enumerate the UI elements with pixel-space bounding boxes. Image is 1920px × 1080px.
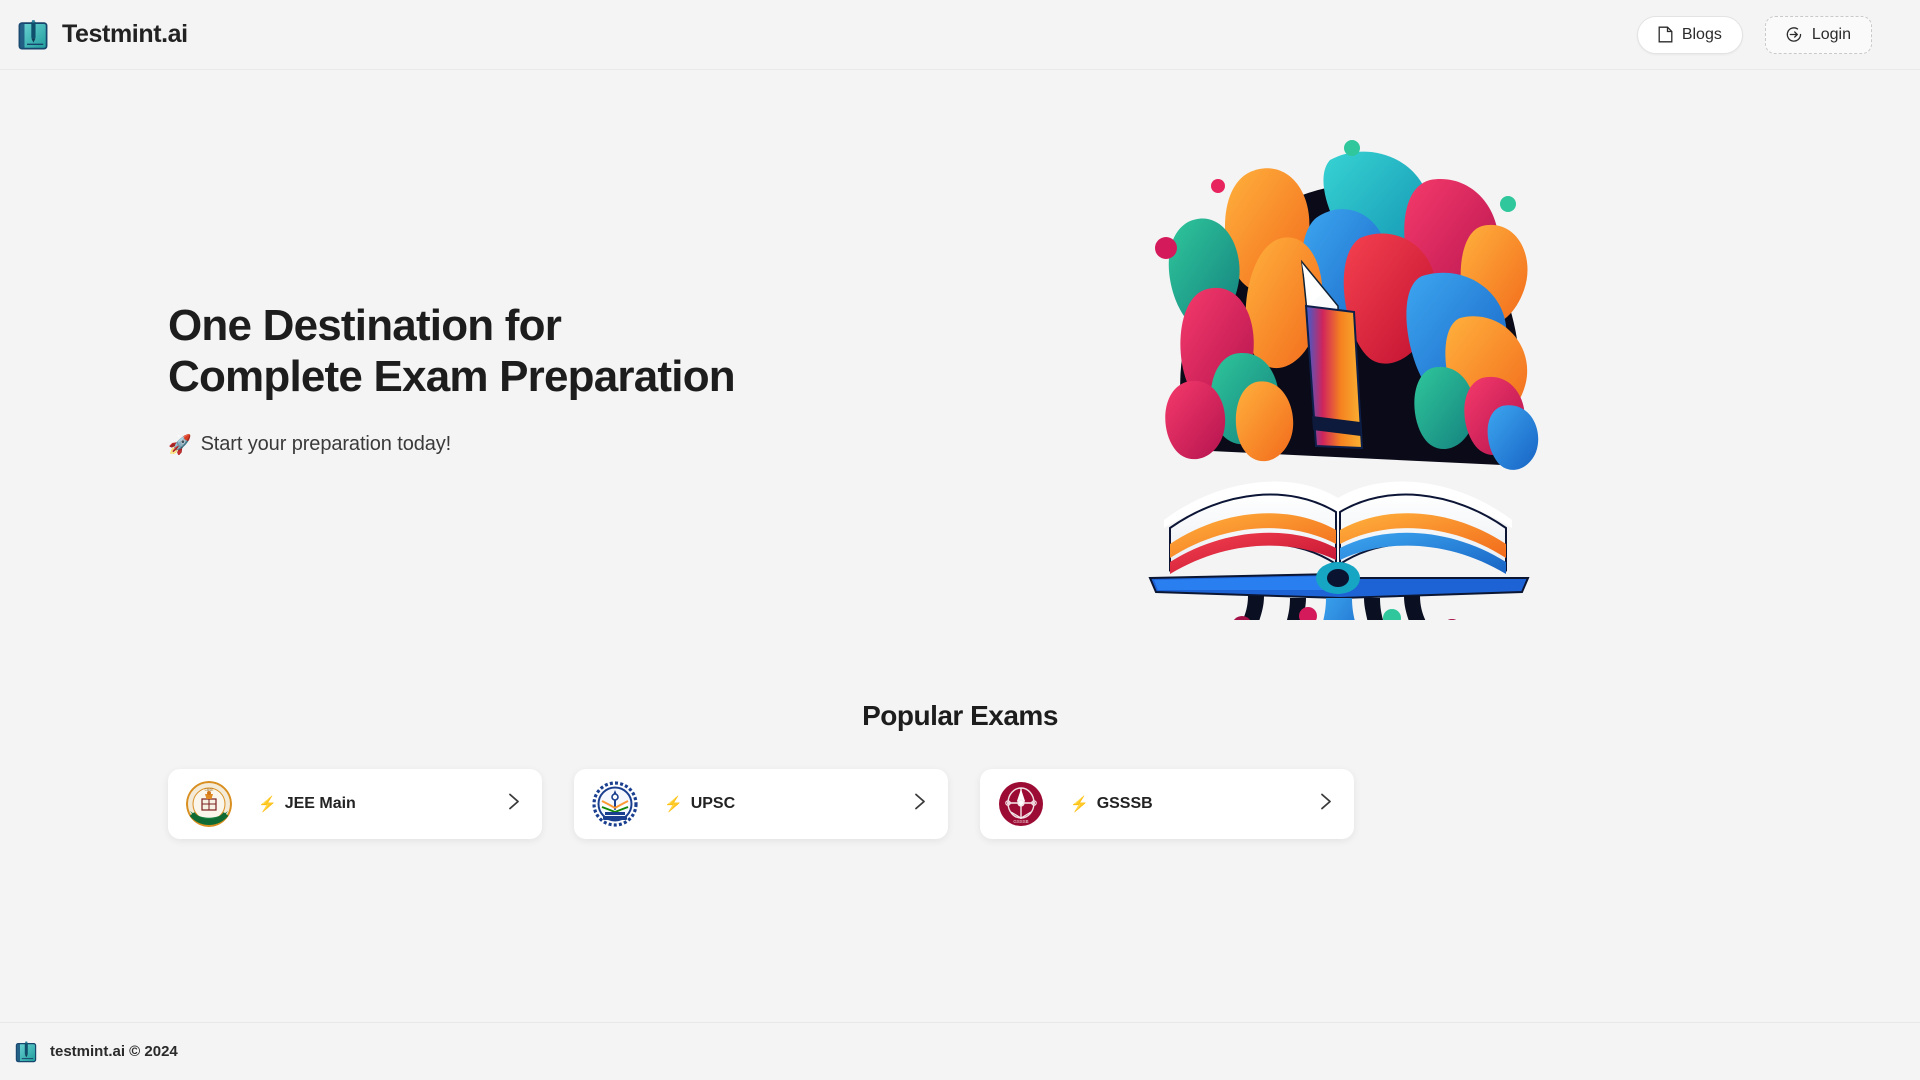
svg-text:GSSSB: GSSSB <box>1013 819 1028 824</box>
login-arrow-icon <box>1786 26 1803 43</box>
blogs-button-label: Blogs <box>1681 25 1722 43</box>
exam-card-gsssb[interactable]: GSSSB ⚡ GSSSB <box>980 769 1354 839</box>
hero-title-line-2: Complete Exam Preparation <box>168 352 736 402</box>
exam-card-upsc[interactable]: ⚡ UPSC <box>574 769 948 839</box>
header-actions: Blogs Login <box>1636 15 1892 54</box>
book-pen-logo-icon <box>14 1040 38 1064</box>
document-icon <box>1658 26 1673 43</box>
exam-card-jee-main[interactable]: CBSE ⚡ JEE Main <box>168 769 542 839</box>
popular-exams-title: Popular Exams <box>862 700 1058 731</box>
gsssb-emblem-icon: GSSSB <box>998 781 1044 827</box>
brand-name: Testmint.ai <box>62 20 188 48</box>
colorful-open-book-splash-illustration <box>1130 130 1550 620</box>
exam-label: ⚡ UPSC <box>664 795 735 813</box>
bolt-icon: ⚡ <box>664 796 683 813</box>
brand[interactable]: Testmint.ai <box>12 18 188 52</box>
hero-section: One Destination for Complete Exam Prepar… <box>0 70 1920 690</box>
bolt-icon: ⚡ <box>258 796 277 813</box>
page-title: One Destination for Complete Exam Prepar… <box>168 300 888 403</box>
page-footer: testmint.ai © 2024 <box>0 1022 1920 1080</box>
exam-name: JEE Main <box>284 795 356 812</box>
svg-text:CBSE: CBSE <box>205 788 214 792</box>
hero-subtitle: 🚀 Start your preparation today! <box>168 433 888 457</box>
exam-label: ⚡ GSSSB <box>1070 795 1153 813</box>
page-header: Testmint.ai Blogs Login <box>0 0 1920 70</box>
hero-copy: One Destination for Complete Exam Prepar… <box>168 300 888 457</box>
login-button[interactable]: Login <box>1764 15 1872 54</box>
book-pen-logo-icon <box>16 18 50 52</box>
chevron-right-icon[interactable] <box>914 793 926 816</box>
upsc-emblem-icon <box>592 781 638 827</box>
chevron-right-icon[interactable] <box>508 793 520 816</box>
popular-exams-grid: CBSE ⚡ JEE Main ⚡ UPSC GSSSB ⚡ GSSSB <box>0 769 1920 839</box>
cbse-nta-emblem-icon: CBSE <box>186 781 232 827</box>
popular-exams-section: Popular Exams CBSE ⚡ JEE Main ⚡ UPSC GSS… <box>0 700 1920 839</box>
rocket-icon: 🚀 <box>168 434 192 456</box>
footer-copyright: testmint.ai © 2024 <box>50 1043 178 1060</box>
hero-subtitle-text: Start your preparation today! <box>200 433 452 456</box>
bolt-icon: ⚡ <box>1070 796 1089 813</box>
blogs-button[interactable]: Blogs <box>1636 15 1743 54</box>
exam-label: ⚡ JEE Main <box>258 795 356 813</box>
exam-name: GSSSB <box>1096 795 1153 812</box>
exam-name: UPSC <box>690 795 736 812</box>
hero-title-line-1: One Destination for <box>168 301 562 350</box>
chevron-right-icon[interactable] <box>1320 793 1332 816</box>
login-button-label: Login <box>1811 25 1851 43</box>
